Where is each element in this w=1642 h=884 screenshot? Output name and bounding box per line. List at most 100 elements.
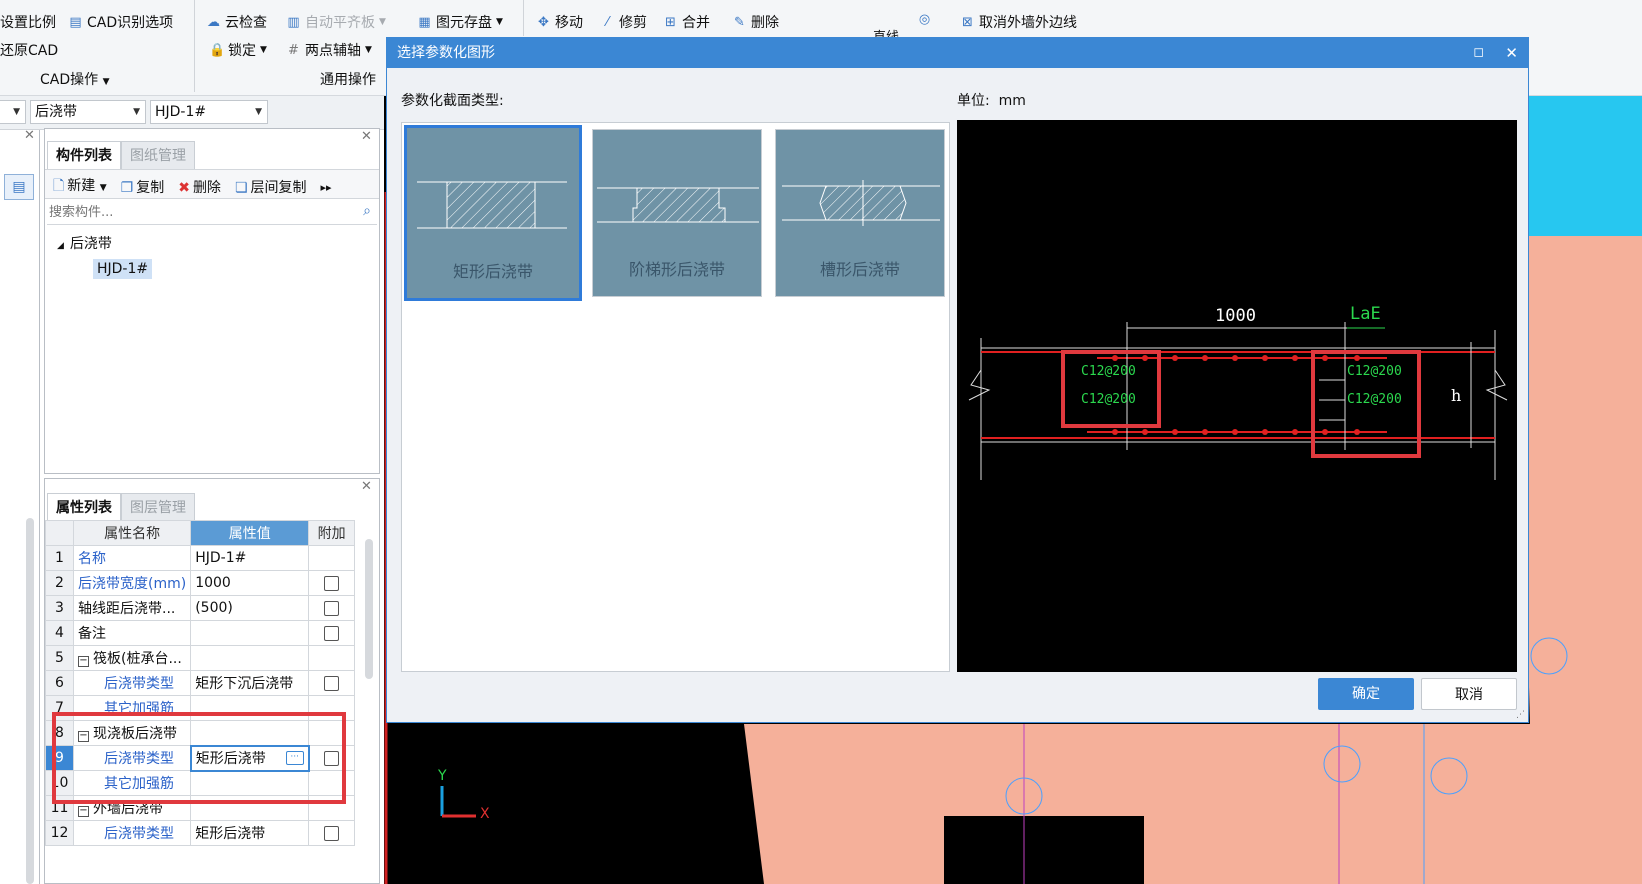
tree-node-child[interactable]: HJD-1# (93, 259, 153, 279)
element-type-select[interactable]: 后浇带 ▼ (30, 100, 146, 124)
option-stepped[interactable]: 阶梯形后浇带 (592, 129, 762, 297)
table-row[interactable]: 1 名称 HJD-1# (45, 545, 355, 571)
cloud-icon: ☁ (207, 14, 220, 30)
table-row[interactable]: 3 轴线距后浇带... (500) (45, 595, 355, 621)
table-row[interactable]: 6 后浇带类型 矩形下沉后浇带 (45, 670, 355, 696)
save-icon: ▦ (418, 14, 431, 30)
option-grooved[interactable]: 槽形后浇带 (775, 129, 945, 297)
tab-component-list[interactable]: 构件列表 (47, 141, 121, 169)
table-row[interactable]: 2 后浇带宽度(mm) 1000 (45, 570, 355, 596)
column-header: 属性名称 (72, 520, 192, 546)
align-icon: ▥ (287, 14, 300, 30)
merge-icon: ⊞ (665, 14, 676, 30)
lae-dimension: LaE (1350, 304, 1381, 324)
lock-button[interactable]: 🔒 锁定 ▼ (209, 40, 267, 60)
annotation-highlight (1061, 350, 1161, 428)
move-button[interactable]: ✥ 移动 (536, 12, 583, 32)
trim-button[interactable]: ⁄ 修剪 (600, 12, 647, 32)
attach-checkbox[interactable] (324, 600, 340, 616)
search-box[interactable]: ⌕ (47, 201, 377, 225)
set-scale-button[interactable]: 设置比例 (0, 12, 56, 32)
height-dimension: h (1451, 386, 1462, 405)
tab-layer-management[interactable]: 图层管理 (121, 493, 195, 521)
attach-checkbox[interactable] (324, 825, 340, 841)
list-view-icon[interactable]: ▤ (4, 174, 34, 200)
table-row[interactable]: 4 备注 (45, 620, 355, 646)
attach-checkbox[interactable] (324, 675, 340, 691)
section-label: 参数化截面类型: (401, 93, 504, 109)
cad-ops-group-label[interactable]: CAD操作 ▼ (40, 69, 110, 89)
two-point-axis-button[interactable]: # 两点辅轴 ▼ (286, 40, 372, 60)
rectangular-shape-icon (417, 181, 567, 229)
shape-preview: 1000 LaE h C12@200 C12@200 C12@200 C12@2… (957, 120, 1517, 672)
new-button[interactable]: 🗋 新建 ▼ (53, 175, 107, 199)
attach-checkbox[interactable] (324, 625, 340, 641)
tab-property-list[interactable]: 属性列表 (47, 493, 121, 521)
collapse-icon[interactable]: − (78, 806, 89, 817)
more-icon[interactable]: ▸▸ (321, 181, 332, 194)
left-strip-panel: ✕ ▤ (0, 128, 40, 884)
grooved-shape-icon (782, 180, 940, 226)
select-parametric-shape-dialog: 选择参数化图形 ◻ ✕ 参数化截面类型: 单位: mm 矩形后浇带 阶梯形后浇带 (386, 37, 1529, 723)
table-row[interactable]: 5 − 筏板(桩承台... (45, 645, 355, 671)
general-ops-group-label: 通用操作 (320, 72, 376, 88)
column-header: 属性值 (190, 520, 310, 546)
resize-grip-icon[interactable]: ⋰ (1516, 710, 1525, 720)
floor-copy-icon: ❏ (234, 180, 248, 196)
scrollbar[interactable] (26, 518, 34, 884)
close-icon[interactable]: ✕ (1505, 38, 1518, 68)
table-row[interactable]: 12 后浇带类型 矩形后浇带 (45, 820, 355, 846)
element-name-select[interactable]: HJD-1# ▼ (150, 100, 268, 124)
delete-icon: ✖ (178, 180, 190, 196)
annotation-highlight (1311, 350, 1421, 458)
merge-button[interactable]: ⊞ 合并 (663, 12, 710, 32)
close-icon[interactable]: ✕ (361, 129, 372, 144)
shape-list: 矩形后浇带 阶梯形后浇带 槽形后浇带 (401, 122, 950, 672)
attach-checkbox[interactable] (324, 575, 340, 591)
width-dimension: 1000 (1215, 306, 1256, 326)
cloud-check-button[interactable]: ☁ 云检查 (206, 12, 267, 32)
trim-icon: ⁄ (606, 14, 609, 30)
move-icon: ✥ (538, 14, 549, 30)
property-panel: ✕ 属性列表 图层管理 属性名称 属性值 附加 1 名称 HJD-1# 2 后浇… (44, 478, 380, 884)
x-axis-label: X (480, 806, 490, 822)
stepped-shape-icon (597, 187, 759, 223)
dialog-title-bar: 选择参数化图形 ◻ ✕ (387, 38, 1528, 68)
delete-ribbon-button[interactable]: ✎ 删除 (732, 12, 779, 32)
collapse-arrow-icon[interactable]: ◢ (57, 241, 64, 251)
floor-copy-button[interactable]: ❏ 层间复制 (235, 177, 307, 197)
y-axis-label: Y (438, 768, 447, 784)
floor-select[interactable]: ▼ (0, 100, 26, 124)
cad-recog-options-button[interactable]: ▤ CAD识别选项 (68, 12, 173, 32)
option-label: 矩形后浇带 (452, 262, 533, 281)
section-drawing (968, 322, 1508, 480)
circle-tool-icon[interactable]: ◎ (917, 12, 932, 27)
eraser-icon: ✎ (734, 14, 745, 30)
axis-icon: # (288, 42, 299, 58)
search-icon[interactable]: ⌕ (363, 203, 371, 219)
ok-button[interactable]: 确定 (1318, 678, 1414, 710)
search-input[interactable] (47, 201, 337, 223)
tab-drawing-management[interactable]: 图纸管理 (121, 141, 195, 169)
ribbon-divider (523, 0, 524, 36)
tree-node-root[interactable]: ◢ 后浇带 (57, 233, 112, 253)
lock-icon: 🔒 (209, 42, 226, 58)
cancel-button[interactable]: 取消 (1421, 678, 1517, 710)
cancel-outer-edge-button[interactable]: ⊠ 取消外墙外边线 (960, 12, 1077, 32)
annotation-highlight (52, 712, 346, 804)
close-icon[interactable]: ✕ (361, 479, 372, 494)
close-icon[interactable]: ✕ (24, 128, 35, 143)
delete-button[interactable]: ✖ 删除 (178, 177, 221, 197)
option-rectangular[interactable]: 矩形后浇带 (404, 125, 582, 301)
component-list-panel: ✕ 构件列表 图纸管理 🗋新建 ▼ ❐复制 ✖删除 ❏层间复制 ▸▸ ⌕ ◢后浇… (44, 128, 380, 474)
maximize-icon[interactable]: ◻ (1473, 38, 1484, 68)
restore-cad-button[interactable]: 还原CAD (0, 40, 58, 60)
scrollbar[interactable] (365, 539, 373, 679)
column-header: 附加 (308, 520, 355, 546)
collapse-icon[interactable]: − (78, 656, 89, 667)
save-elements-button[interactable]: ▦ 图元存盘 ▼ (417, 12, 503, 32)
selector-row: ▼ 后浇带 ▼ HJD-1# ▼ (0, 96, 384, 130)
auto-align-button[interactable]: ▥ 自动平齐板 ▼ (286, 12, 386, 32)
copy-button[interactable]: ❐ 复制 (121, 177, 165, 197)
unit-label: 单位: mm (957, 93, 1026, 109)
